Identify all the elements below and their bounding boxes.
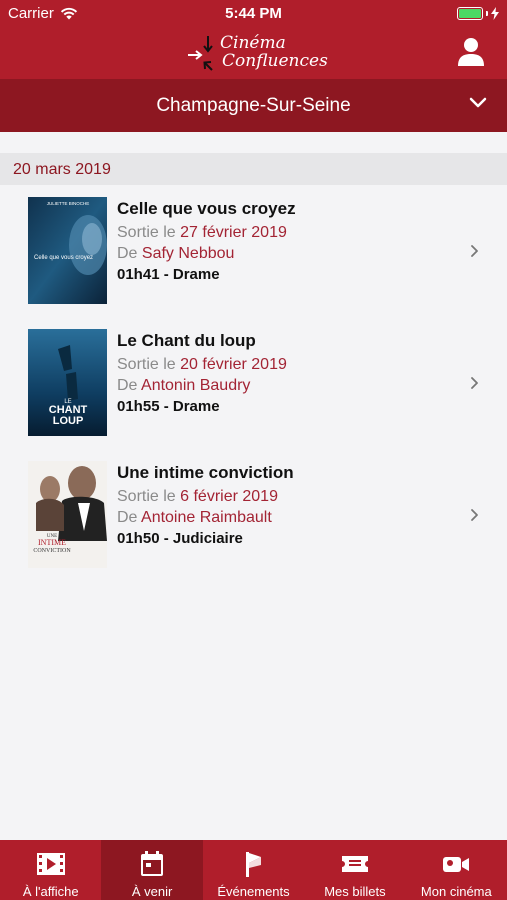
director-prefix: De xyxy=(117,509,142,526)
tab-mes-billets[interactable]: Mes billets xyxy=(304,840,405,900)
tab-label: À venir xyxy=(131,884,173,899)
movie-row[interactable]: LE CHANT LOUP Le Chant du loup Sortie le… xyxy=(0,329,507,447)
movie-info: Le Chant du loup Sortie le 20 février 20… xyxy=(117,331,457,415)
cinema-logo: Cinéma Confluences xyxy=(186,32,328,76)
chevron-right-icon[interactable] xyxy=(470,244,479,258)
upcoming-list: 20 mars 2019 JULIETTE BINOCHE Celle que … xyxy=(0,132,507,840)
ticket-icon xyxy=(341,856,368,872)
status-time: 5:44 PM xyxy=(225,5,282,22)
movie-duration-genre: 01h55 - Drame xyxy=(117,398,220,415)
release-date: 20 février 2019 xyxy=(180,356,287,373)
tab-label: Mes billets xyxy=(324,884,386,899)
flag-icon xyxy=(245,852,261,877)
nav-bar: Cinéma Confluences xyxy=(0,28,507,79)
movie-info: Une intime conviction Sortie le 6 févrie… xyxy=(117,463,457,547)
location-name: Champagne-Sur-Seine xyxy=(156,95,351,116)
chevron-right-icon[interactable] xyxy=(470,508,479,522)
date-section-header: 20 mars 2019 xyxy=(0,153,507,185)
movie-poster: JULIETTE BINOCHE Celle que vous croyez xyxy=(28,197,107,304)
logo-line-2: Confluences xyxy=(222,51,328,71)
director-name: Safy Nebbou xyxy=(141,245,235,262)
poster-title-line-2: INTIME xyxy=(38,538,66,547)
movie-info: Celle que vous croyez Sortie le 27 févri… xyxy=(117,199,457,283)
camera-icon xyxy=(443,857,470,872)
tab-label: Événements xyxy=(217,884,290,899)
tab-bar: À l'affiche À venir Événements Mes bille… xyxy=(0,840,507,900)
chevron-down-icon[interactable] xyxy=(469,97,487,109)
profile-icon[interactable] xyxy=(457,37,485,67)
movie-row[interactable]: UNE INTIME CONVICTION Une intime convict… xyxy=(0,461,507,579)
movie-duration-genre: 01h50 - Judiciaire xyxy=(117,530,243,547)
release-date: 27 février 2019 xyxy=(180,224,287,241)
movie-poster: LE CHANT LOUP xyxy=(28,329,107,436)
poster-title-line-3: CONVICTION xyxy=(33,548,71,554)
movie-director: De Safy Nebbou xyxy=(117,245,457,263)
location-selector[interactable]: Champagne-Sur-Seine xyxy=(0,79,507,132)
movie-release: Sortie le 20 février 2019 xyxy=(117,356,457,374)
tab-evenements[interactable]: Événements xyxy=(203,840,304,900)
poster-title-line-3: LOUP xyxy=(53,415,84,427)
charging-bolt-icon xyxy=(491,7,499,20)
movie-title: Le Chant du loup xyxy=(117,331,256,350)
movie-title: Une intime conviction xyxy=(117,463,294,482)
movie-title: Celle que vous croyez xyxy=(117,199,296,218)
logo-text: Cinéma Confluences xyxy=(220,34,328,70)
chevron-right-icon[interactable] xyxy=(470,376,479,390)
poster-actor-text: JULIETTE BINOCHE xyxy=(47,201,90,206)
release-date: 6 février 2019 xyxy=(180,488,278,505)
movie-release: Sortie le 27 février 2019 xyxy=(117,224,457,242)
tab-a-venir[interactable]: À venir xyxy=(101,840,203,900)
release-prefix: Sortie le xyxy=(117,488,181,505)
movie-duration-genre: 01h41 - Drame xyxy=(117,266,220,283)
movie-poster: UNE INTIME CONVICTION xyxy=(28,461,107,568)
director-name: Antonin Baudry xyxy=(141,377,251,394)
poster-title-text: Celle que vous croyez xyxy=(34,255,93,261)
film-icon xyxy=(36,853,65,875)
release-prefix: Sortie le xyxy=(117,356,181,373)
director-name: Antoine Raimbault xyxy=(141,509,272,526)
logo-arrows-icon xyxy=(188,36,213,71)
battery-icon xyxy=(457,7,499,20)
tab-mon-cinema[interactable]: Mon cinéma xyxy=(406,840,507,900)
director-prefix: De xyxy=(117,245,142,262)
director-prefix: De xyxy=(117,377,142,394)
status-bar: Carrier 5:44 PM xyxy=(0,0,507,28)
tab-a-l-affiche[interactable]: À l'affiche xyxy=(0,840,101,900)
section-date: 20 mars 2019 xyxy=(13,161,111,178)
calendar-icon xyxy=(141,851,164,876)
release-prefix: Sortie le xyxy=(117,224,181,241)
tab-label: Mon cinéma xyxy=(420,884,492,899)
movie-row[interactable]: JULIETTE BINOCHE Celle que vous croyez C… xyxy=(0,197,507,315)
tab-label: À l'affiche xyxy=(22,884,79,899)
movie-director: De Antoine Raimbault xyxy=(117,509,457,527)
logo-line-1: Cinéma xyxy=(220,33,286,53)
movie-director: De Antonin Baudry xyxy=(117,377,457,395)
movie-release: Sortie le 6 février 2019 xyxy=(117,488,457,506)
